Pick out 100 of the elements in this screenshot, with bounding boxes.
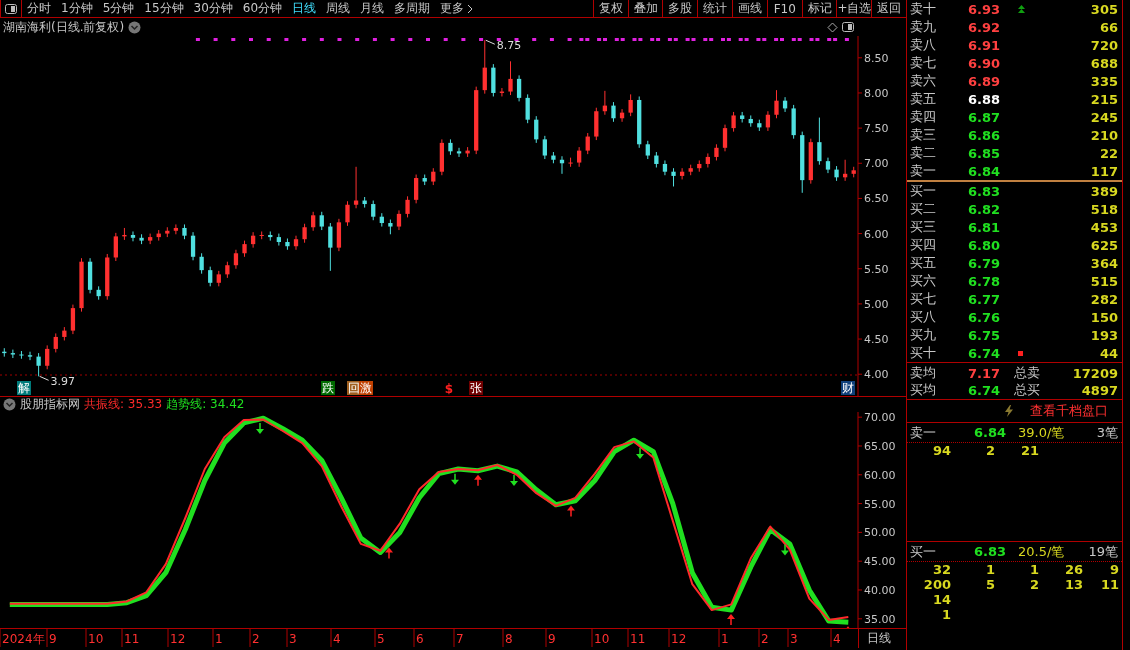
axis-label: 40.00 bbox=[864, 584, 896, 597]
candle bbox=[482, 39, 487, 95]
candle bbox=[130, 230, 136, 242]
toolbar-button[interactable]: 标记 bbox=[801, 0, 837, 17]
dropdown-icon[interactable] bbox=[128, 20, 142, 34]
toolbar-button[interactable]: +自选 bbox=[836, 0, 872, 17]
signal-tag: 张 bbox=[469, 381, 483, 395]
candle bbox=[843, 159, 848, 182]
candle bbox=[396, 209, 402, 231]
chevron-icon[interactable] bbox=[467, 3, 474, 14]
average-label: 卖均 bbox=[910, 364, 937, 382]
level-price: 6.89 bbox=[968, 73, 1002, 89]
candle bbox=[27, 351, 33, 361]
toolbar-button[interactable]: 画线 bbox=[732, 0, 767, 17]
date-label: 12 bbox=[170, 632, 186, 646]
candle bbox=[568, 157, 573, 168]
level-label: 卖十 bbox=[910, 0, 937, 18]
period-tab[interactable]: 60分钟 bbox=[237, 0, 288, 17]
candle bbox=[628, 93, 633, 117]
queue-order: 94 bbox=[931, 443, 951, 458]
panel-toggle-icon[interactable] bbox=[5, 3, 17, 14]
candle bbox=[791, 104, 796, 140]
axis-label: 65.00 bbox=[864, 440, 896, 453]
period-tab[interactable]: 日线 bbox=[287, 0, 322, 17]
date-label: 3 bbox=[289, 632, 297, 646]
candle bbox=[508, 60, 513, 96]
toolbar-button[interactable]: 返回 bbox=[871, 0, 906, 17]
level-price: 6.81 bbox=[968, 219, 1002, 235]
level-volume: 364 bbox=[1089, 255, 1118, 271]
candle bbox=[456, 147, 462, 158]
period-tab[interactable]: 5分钟 bbox=[97, 0, 140, 17]
dropdown-icon[interactable] bbox=[3, 398, 16, 411]
signal-mark: $ bbox=[444, 382, 454, 396]
candle bbox=[714, 143, 719, 161]
candle bbox=[808, 138, 813, 185]
candle bbox=[293, 235, 299, 251]
candle bbox=[474, 86, 479, 155]
candle bbox=[800, 131, 805, 194]
candle bbox=[825, 157, 831, 174]
axis-label: 5.50 bbox=[864, 262, 889, 276]
up-arrow-icon bbox=[385, 547, 393, 560]
signal-tag: 激 bbox=[359, 381, 373, 395]
down-arrow-icon bbox=[256, 422, 264, 435]
period-tab[interactable]: 30分钟 bbox=[188, 0, 238, 17]
candle bbox=[525, 93, 530, 124]
candle bbox=[276, 233, 281, 247]
level-label: 卖九 bbox=[910, 18, 937, 36]
level-price: 6.88 bbox=[968, 91, 1002, 107]
toolbar-button[interactable]: 叠加 bbox=[627, 0, 663, 17]
level-label: 卖五 bbox=[910, 90, 937, 108]
total-volume: 17209 bbox=[1071, 365, 1118, 381]
period-tab[interactable]: 分时 bbox=[22, 0, 56, 17]
toolbar-button[interactable]: 复权 bbox=[592, 0, 628, 17]
level-price: 6.80 bbox=[968, 237, 1002, 253]
axis-label: 7.50 bbox=[864, 122, 889, 136]
candle bbox=[757, 119, 762, 132]
toolbar-button[interactable]: 统计 bbox=[697, 0, 732, 17]
axis-label: 60.00 bbox=[864, 468, 896, 482]
level-volume: 625 bbox=[1089, 237, 1118, 253]
panel-toggle-icon[interactable] bbox=[842, 22, 854, 32]
period-tab[interactable]: 1分钟 bbox=[56, 0, 98, 17]
level-volume: 22 bbox=[1098, 145, 1118, 161]
queue-count: 19笔 bbox=[1087, 542, 1118, 561]
level-price: 6.92 bbox=[968, 19, 1002, 35]
date-label: 4 bbox=[833, 632, 841, 646]
axis-label: 6.00 bbox=[864, 227, 889, 241]
level-volume: 389 bbox=[1089, 183, 1118, 199]
toolbar-button[interactable]: F10 bbox=[766, 0, 802, 17]
candle bbox=[242, 240, 247, 258]
axis-label: 45.00 bbox=[864, 555, 896, 569]
toolbar-button[interactable]: 多股 bbox=[662, 0, 698, 17]
axis-label: 50.00 bbox=[864, 526, 896, 540]
candle bbox=[268, 230, 273, 242]
level-volume: 215 bbox=[1089, 91, 1118, 107]
level-price: 6.93 bbox=[968, 1, 1002, 17]
order-depth-link[interactable]: 查看千档盘口 bbox=[1030, 402, 1108, 420]
date-label: 11 bbox=[630, 632, 646, 646]
candle bbox=[491, 63, 496, 97]
level-price: 6.90 bbox=[968, 55, 1002, 71]
candle bbox=[173, 223, 179, 235]
candle bbox=[705, 152, 710, 168]
diamond-icon[interactable] bbox=[827, 21, 838, 33]
queue-order: 2 bbox=[984, 443, 995, 458]
period-tab[interactable]: 周线 bbox=[321, 0, 356, 17]
queue-order: 11 bbox=[1099, 577, 1119, 592]
axis-label: 4.00 bbox=[864, 368, 889, 382]
candle bbox=[602, 90, 608, 116]
date-label: 11 bbox=[124, 632, 140, 646]
total-label: 总卖 bbox=[1014, 364, 1041, 382]
level-label: 买一 bbox=[910, 182, 937, 200]
queue-label: 卖一 bbox=[910, 423, 937, 442]
period-tab[interactable]: 15分钟 bbox=[139, 0, 189, 17]
candle bbox=[619, 108, 625, 123]
candle bbox=[611, 101, 616, 123]
signal-tag: 财 bbox=[841, 381, 855, 395]
period-tab[interactable]: 多周期 bbox=[389, 0, 436, 17]
more-button[interactable]: 更多 bbox=[435, 0, 470, 17]
period-tab[interactable]: 月线 bbox=[355, 0, 390, 17]
candle bbox=[10, 349, 15, 359]
level-price: 6.91 bbox=[968, 37, 1002, 53]
